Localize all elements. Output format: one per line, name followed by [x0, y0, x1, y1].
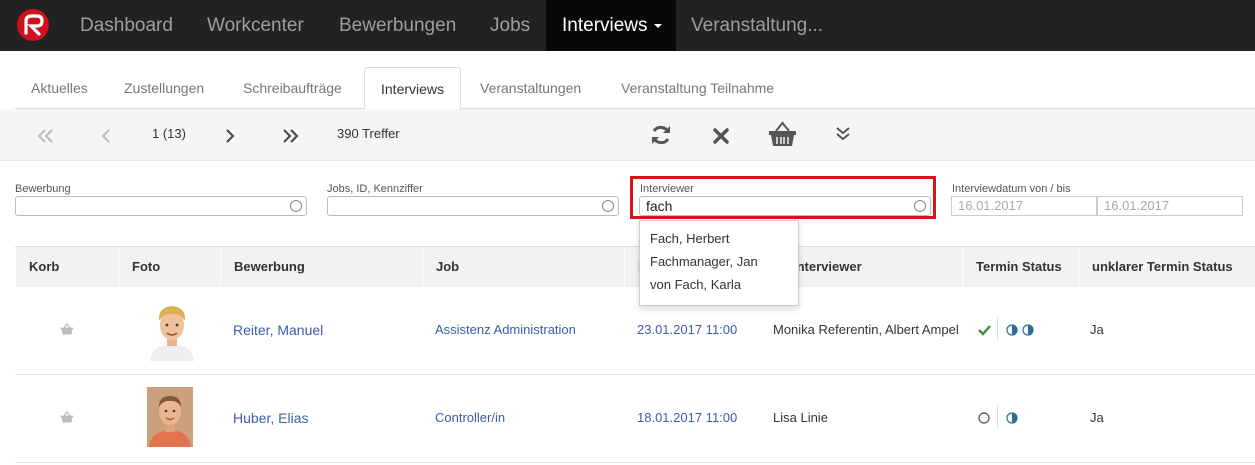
basket-icon[interactable]	[60, 323, 74, 335]
datum-link[interactable]: 23.01.2017 11:00	[637, 322, 737, 337]
table-header: Korb Foto Bewerbung Job I Interviewer Te…	[15, 246, 1255, 287]
applicant-photo	[147, 387, 193, 447]
interviewer-field[interactable]: fach	[639, 196, 931, 216]
check-icon	[978, 325, 991, 336]
col-foto[interactable]: Foto	[118, 247, 220, 287]
table-row[interactable]: Huber, Elias Controller/in 18.01.2017 11…	[15, 375, 1255, 463]
bewerbung-link[interactable]: Huber, Elias	[233, 410, 308, 426]
tab-interviews[interactable]: Interviews	[364, 67, 462, 110]
nav-veranstaltung[interactable]: Veranstaltung...	[675, 0, 839, 51]
divider	[997, 318, 998, 340]
clear-circle-icon[interactable]	[914, 200, 926, 212]
interviewer-cell: Monika Referentin, Albert Ampel	[773, 322, 959, 337]
nav-bewerbungen[interactable]: Bewerbungen	[323, 0, 472, 51]
toolbar: 1 (13) 390 Treffer	[0, 109, 1255, 161]
clear-circle-icon[interactable]	[602, 200, 614, 212]
first-page-icon[interactable]	[37, 128, 55, 144]
tab-zustellungen[interactable]: Zustellungen	[108, 67, 220, 109]
interviews-table: Korb Foto Bewerbung Job I Interviewer Te…	[15, 246, 1255, 465]
col-unklarer-status[interactable]: unklarer Termin Status	[1078, 247, 1255, 287]
col-korb[interactable]: Korb	[15, 247, 118, 287]
basket-icon[interactable]	[768, 121, 797, 147]
prev-page-icon[interactable]	[101, 128, 111, 144]
interviewer-autocomplete: Fach, Herbert Fachmanager, Jan von Fach,…	[639, 220, 799, 306]
job-link[interactable]: Controller/in	[435, 410, 505, 425]
autocomplete-option[interactable]: Fach, Herbert	[650, 231, 729, 246]
interviewer-value: fach	[646, 198, 673, 214]
nav-interviews-label: Interviews	[562, 15, 648, 36]
col-termin-status[interactable]: Termin Status	[962, 247, 1078, 287]
app-logo[interactable]	[17, 9, 49, 41]
table-row[interactable]: Reiter, Manuel Assistenz Administration …	[15, 287, 1255, 375]
col-bewerbung[interactable]: Bewerbung	[220, 247, 422, 287]
empty-circle-icon	[978, 412, 990, 424]
tab-veranstaltung-teilnahme[interactable]: Veranstaltung Teilnahme	[605, 67, 790, 109]
datum-link[interactable]: 18.01.2017 11:00	[637, 410, 737, 425]
divider	[997, 406, 998, 428]
sub-tabs: Aktuelles Zustellungen Schreibaufträge I…	[15, 67, 1255, 110]
datum-from-field[interactable]: 16.01.2017	[951, 196, 1097, 216]
bewerbung-label: Bewerbung	[15, 183, 71, 195]
nav-dashboard[interactable]: Dashboard	[64, 0, 189, 51]
expand-filters-icon[interactable]	[835, 126, 851, 142]
tab-schreibauftraege[interactable]: Schreibaufträge	[227, 67, 358, 109]
refresh-icon[interactable]	[649, 123, 673, 147]
half-circle-icon	[1006, 412, 1018, 424]
nav-interviews[interactable]: Interviews	[546, 0, 676, 51]
autocomplete-option[interactable]: Fachmanager, Jan	[650, 254, 758, 269]
clear-circle-icon[interactable]	[290, 200, 302, 212]
bewerbung-field[interactable]	[15, 196, 307, 216]
basket-icon[interactable]	[60, 411, 74, 423]
chevron-down-icon	[653, 23, 662, 28]
interviewer-label: Interviewer	[640, 183, 694, 195]
tab-aktuelles[interactable]: Aktuelles	[15, 67, 104, 109]
nav-jobs[interactable]: Jobs	[474, 0, 546, 51]
next-page-icon[interactable]	[225, 128, 235, 144]
unklar-cell: Ja	[1090, 322, 1104, 337]
bewerbung-link[interactable]: Reiter, Manuel	[233, 322, 323, 338]
jobs-field[interactable]	[327, 196, 619, 216]
clear-filter-icon[interactable]	[712, 127, 730, 145]
hit-count: 390 Treffer	[337, 126, 400, 141]
applicant-photo	[144, 299, 194, 361]
last-page-icon[interactable]	[282, 128, 300, 144]
tab-veranstaltungen[interactable]: Veranstaltungen	[464, 67, 597, 109]
col-job[interactable]: Job	[422, 247, 624, 287]
interviewer-cell: Lisa Linie	[773, 410, 828, 425]
datum-to-field[interactable]: 16.01.2017	[1097, 196, 1243, 216]
autocomplete-option[interactable]: von Fach, Karla	[650, 277, 741, 292]
top-navbar: Dashboard Workcenter Bewerbungen Jobs In…	[0, 0, 1255, 51]
page-indicator: 1 (13)	[152, 126, 186, 141]
datum-label: Interviewdatum von / bis	[952, 183, 1071, 195]
jobs-label: Jobs, ID, Kennziffer	[327, 183, 423, 195]
half-circle-icon	[1006, 324, 1034, 336]
unklar-cell: Ja	[1090, 410, 1104, 425]
nav-workcenter[interactable]: Workcenter	[191, 0, 320, 51]
job-link[interactable]: Assistenz Administration	[435, 322, 576, 337]
